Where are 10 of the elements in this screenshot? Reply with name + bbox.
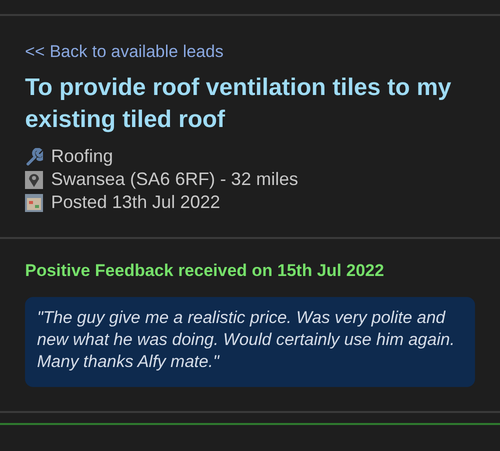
lead-title: To provide roof ventilation tiles to my existing tiled roof <box>25 73 452 135</box>
detail-text: Roofing <box>51 146 114 167</box>
back-link[interactable]: << Back to available leads <box>25 42 224 62</box>
wrench-icon <box>25 148 43 166</box>
detail-text: Posted 13th Jul 2022 <box>51 192 220 213</box>
feedback-heading: Positive Feedback received on 15th Jul 2022 <box>25 261 386 281</box>
detail-text: Swansea (SA6 6RF) - 32 miles <box>51 169 298 190</box>
map-pin-icon <box>25 170 43 188</box>
calendar-icon <box>25 194 43 212</box>
feedback-quote: "The guy give me a realistic price. Was very polite and new what he was doing. Would certainly use him again. Many thanks Alfy mate." <box>25 297 475 387</box>
